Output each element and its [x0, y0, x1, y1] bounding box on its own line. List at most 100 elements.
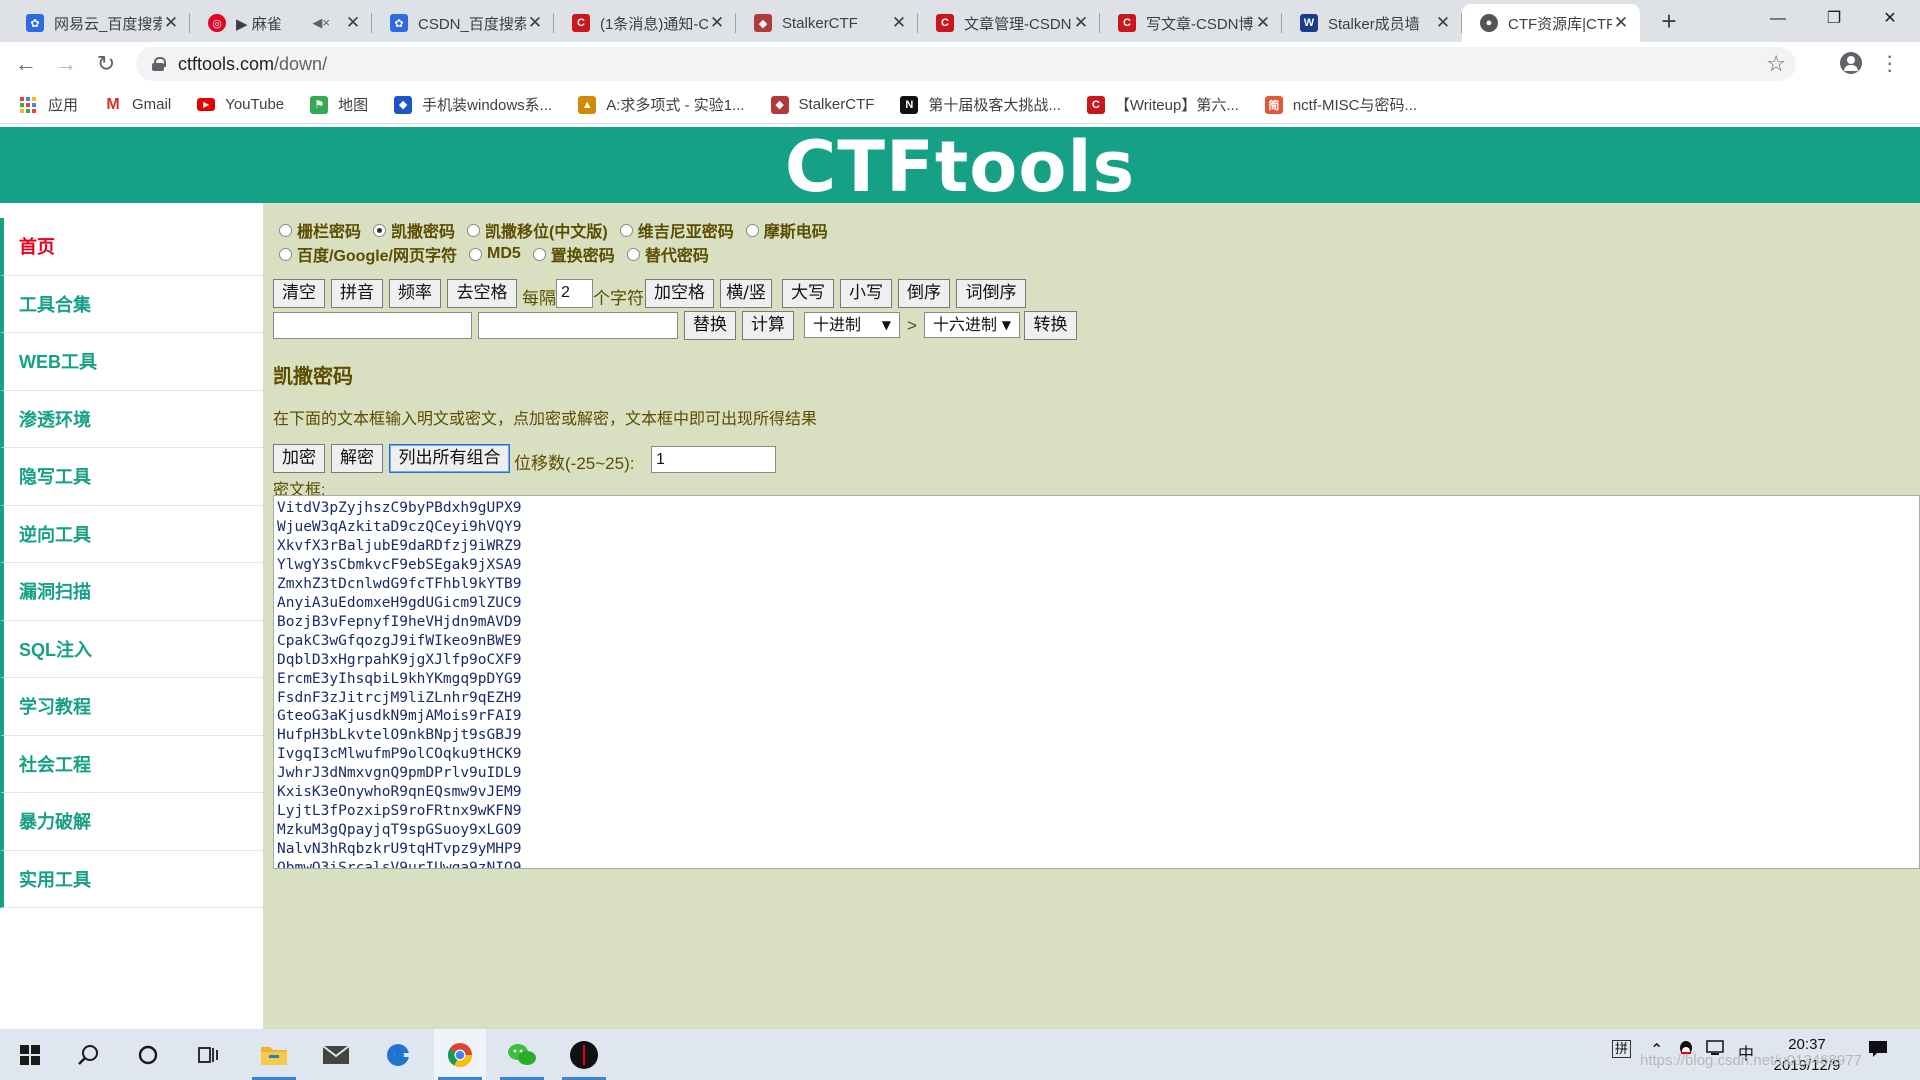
- new-tab-button[interactable]: +: [1655, 8, 1683, 36]
- remove-space-button[interactable]: 去空格: [447, 279, 517, 308]
- edge-icon[interactable]: [372, 1029, 424, 1080]
- radio-circle[interactable]: [467, 223, 481, 237]
- sidebar-item-bruteforce[interactable]: 暴力破解: [0, 793, 263, 851]
- pinyin-button[interactable]: 拼音: [331, 279, 383, 308]
- radio-caesar[interactable]: 凯撒密码: [373, 218, 455, 242]
- sidebar-item-vuln-scan[interactable]: 漏洞扫描: [0, 563, 263, 621]
- sidebar-item-social-eng[interactable]: 社会工程: [0, 735, 263, 793]
- lock-icon[interactable]: [152, 57, 166, 71]
- frequency-button[interactable]: 频率: [389, 279, 441, 308]
- radio-rail-fence[interactable]: 栅栏密码: [279, 218, 361, 242]
- list-all-button[interactable]: 列出所有组合: [389, 444, 510, 473]
- speaker-muted-icon[interactable]: ◀×: [312, 15, 330, 31]
- bookmark-polynomial[interactable]: ▲ A:求多项式 - 实验1...: [578, 94, 745, 115]
- close-icon[interactable]: ✕: [890, 13, 908, 33]
- replace-to-input[interactable]: [478, 312, 678, 339]
- shift-input[interactable]: 1: [651, 446, 776, 473]
- horizontal-vertical-button[interactable]: 横/竖: [720, 279, 772, 308]
- bookmark-youtube[interactable]: ▶ YouTube: [197, 96, 284, 113]
- sidebar-item-web-tools[interactable]: WEB工具: [0, 333, 263, 391]
- radio-circle[interactable]: [619, 223, 633, 237]
- replace-from-input[interactable]: [273, 312, 472, 339]
- close-icon[interactable]: ✕: [344, 13, 362, 33]
- convert-button[interactable]: 转换: [1024, 311, 1077, 340]
- base-from-select[interactable]: 十进制 ▼: [804, 312, 900, 338]
- mail-icon[interactable]: [310, 1029, 362, 1080]
- bookmark-gmail[interactable]: M Gmail: [104, 95, 171, 114]
- decrypt-button[interactable]: 解密: [331, 444, 383, 473]
- minimize-button[interactable]: —: [1750, 4, 1806, 34]
- tab-8-active[interactable]: ● CTF资源库|CTF工具 ✕: [1462, 4, 1640, 42]
- tab-5[interactable]: C 文章管理-CSDN博客 ✕: [918, 4, 1100, 42]
- radio-circle[interactable]: [279, 223, 292, 237]
- close-icon[interactable]: ✕: [1072, 13, 1090, 33]
- ime-mode-icon[interactable]: 拼: [1612, 1040, 1632, 1058]
- wechat-icon[interactable]: [496, 1029, 548, 1080]
- task-view-icon[interactable]: [182, 1029, 234, 1080]
- sidebar-item-pentest-env[interactable]: 渗透环境: [0, 390, 263, 448]
- reload-button[interactable]: ↻: [92, 50, 120, 78]
- sidebar-item-tutorials[interactable]: 学习教程: [0, 678, 263, 736]
- notification-icon[interactable]: [1868, 1040, 1888, 1063]
- sidebar-item-stego[interactable]: 隐写工具: [0, 448, 263, 506]
- radio-circle-checked[interactable]: [373, 223, 387, 237]
- clear-button[interactable]: 清空: [273, 279, 325, 308]
- bookmark-star-icon[interactable]: ☆: [1766, 51, 1786, 77]
- close-icon[interactable]: ✕: [1254, 13, 1272, 33]
- restore-button[interactable]: ❐: [1806, 4, 1862, 34]
- tab-6[interactable]: C 写文章-CSDN博客 ✕: [1100, 4, 1282, 42]
- bookmark-windows-phone[interactable]: ◆ 手机装windows系...: [394, 94, 552, 115]
- radio-circle[interactable]: [745, 223, 759, 237]
- radio-web-chars[interactable]: 百度/Google/网页字符: [279, 242, 457, 266]
- tab-7[interactable]: W Stalker成员墙 ✕: [1282, 4, 1462, 42]
- calculate-button[interactable]: 计算: [742, 311, 794, 340]
- replace-button[interactable]: 替换: [684, 311, 736, 340]
- windows-start-icon[interactable]: [4, 1029, 56, 1080]
- radio-circle[interactable]: [532, 247, 546, 261]
- sidebar-item-home[interactable]: 首页: [0, 218, 263, 276]
- kebab-menu-icon[interactable]: · · ·: [1886, 45, 1893, 81]
- tab-2[interactable]: ✿ CSDN_百度搜索 ✕: [372, 4, 554, 42]
- uppercase-button[interactable]: 大写: [782, 279, 834, 308]
- tab-4[interactable]: ◆ StalkerCTF ✕: [736, 4, 918, 42]
- tab-0[interactable]: ✿ 网易云_百度搜索 ✕: [8, 4, 190, 42]
- close-icon[interactable]: ✕: [162, 13, 180, 33]
- tab-1[interactable]: ◎ ▶ 麻雀 ◀× ✕: [190, 4, 372, 42]
- bookmark-apps[interactable]: 应用: [20, 94, 78, 115]
- bookmark-nctf[interactable]: 简 nctf-MISC与密码...: [1264, 94, 1417, 115]
- lowercase-button[interactable]: 小写: [840, 279, 892, 308]
- base-to-select[interactable]: 十六进制 ▼: [924, 312, 1020, 338]
- forward-button[interactable]: →: [52, 50, 80, 78]
- sidebar-item-tools[interactable]: 工具合集: [0, 275, 263, 333]
- radio-circle[interactable]: [279, 247, 292, 261]
- bookmark-stalkerctf[interactable]: ◆ StalkerCTF: [770, 95, 874, 114]
- file-explorer-icon[interactable]: [248, 1029, 300, 1080]
- sidebar-item-reverse[interactable]: 逆向工具: [0, 505, 263, 563]
- sidebar-item-utilities[interactable]: 实用工具: [0, 850, 263, 908]
- radio-morse[interactable]: 摩斯电码: [745, 218, 828, 242]
- chrome-icon[interactable]: [434, 1029, 486, 1080]
- close-icon[interactable]: ✕: [526, 13, 544, 33]
- account-icon[interactable]: [1840, 52, 1862, 74]
- site-logo[interactable]: CTFtools: [0, 127, 1920, 207]
- bookmark-geek-challenge[interactable]: N 第十届极客大挑战...: [900, 94, 1061, 115]
- every-n-input[interactable]: 2: [556, 279, 593, 308]
- cortana-icon[interactable]: [122, 1029, 174, 1080]
- radio-caesar-cn[interactable]: 凯撒移位(中文版): [467, 218, 608, 242]
- sidebar-item-sqli[interactable]: SQL注入: [0, 620, 263, 678]
- radio-substitution[interactable]: 替代密码: [626, 242, 709, 266]
- word-reverse-button[interactable]: 词倒序: [956, 279, 1026, 308]
- back-button[interactable]: ←: [12, 50, 40, 78]
- tab-3[interactable]: C (1条消息)通知-CSDN ✕: [554, 4, 736, 42]
- add-space-button[interactable]: 加空格: [645, 279, 714, 308]
- search-icon[interactable]: [62, 1029, 114, 1080]
- address-bar[interactable]: ctftools.com/down/ ☆: [136, 47, 1796, 81]
- encrypt-button[interactable]: 加密: [273, 444, 325, 473]
- bookmark-maps[interactable]: ⚑ 地图: [310, 94, 368, 115]
- close-icon[interactable]: ✕: [1612, 13, 1630, 33]
- close-icon[interactable]: ✕: [1434, 13, 1452, 33]
- radio-vigenere[interactable]: 维吉尼亚密码: [619, 218, 734, 242]
- music-player-icon[interactable]: [558, 1029, 610, 1080]
- close-window-button[interactable]: ✕: [1862, 4, 1918, 34]
- radio-transposition[interactable]: 置换密码: [532, 242, 615, 266]
